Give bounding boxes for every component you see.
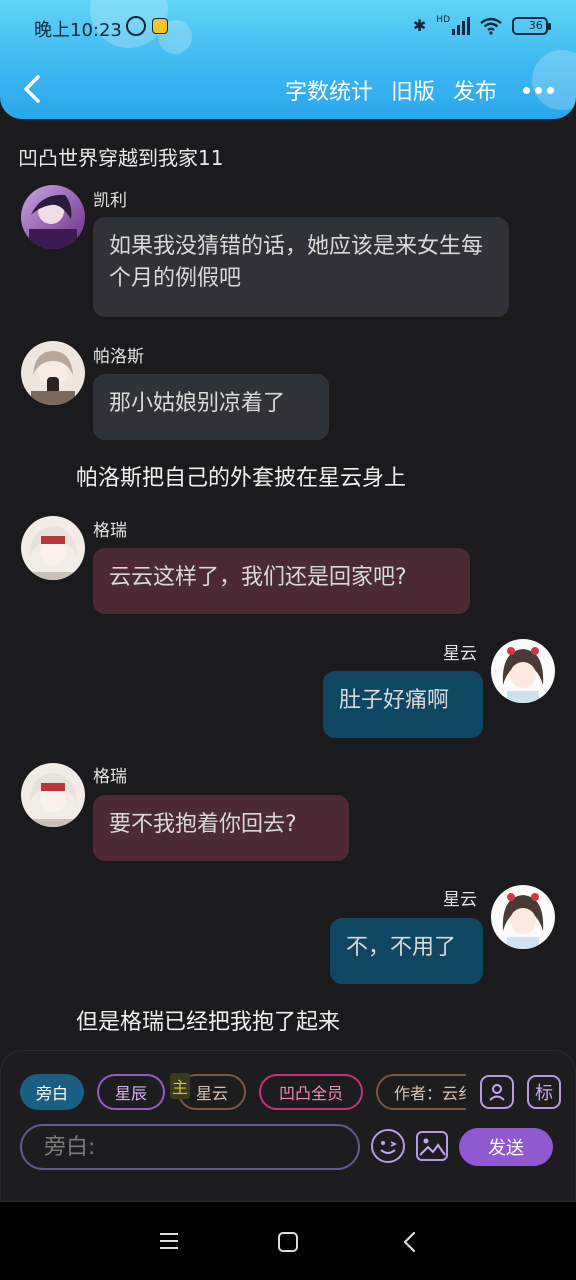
chapter-title: 凹凸世界穿越到我家11 (18, 146, 224, 170)
top-bar: 晚上10:23 ✱ HD 36 字数统计 旧版 发布 (0, 0, 576, 119)
message-bubble: 云云这样了，我们还是回家吧? (93, 548, 470, 614)
status-time: 晚上10:23 (34, 20, 122, 41)
sender-name: 格瑞 (93, 767, 127, 787)
status-left-icons (126, 16, 168, 36)
message-input[interactable] (20, 1124, 360, 1170)
old-version-button[interactable]: 旧版 (391, 74, 435, 106)
message-bubble: 肚子好痛啊 (323, 671, 483, 738)
message-bubble: 如果我没猜错的话，她应该是来女生每个月的例假吧 (93, 217, 509, 317)
header-actions: 字数统计 旧版 发布 (285, 74, 554, 106)
character-manage-icon[interactable] (480, 1075, 514, 1109)
home-icon[interactable] (278, 1232, 298, 1252)
narration-text: 但是格瑞已经把我抱了起来 (76, 1010, 341, 1035)
back-button[interactable] (18, 72, 48, 106)
avatar-xingyun[interactable] (491, 885, 555, 949)
bluetooth-icon: ✱ (412, 16, 427, 35)
avatar-kaili[interactable] (21, 185, 85, 249)
wifi-icon (480, 17, 502, 35)
avatar-gerui[interactable] (21, 763, 85, 827)
publish-button[interactable]: 发布 (453, 74, 497, 106)
sender-name: 星云 (443, 890, 477, 910)
image-icon[interactable] (416, 1131, 448, 1161)
message-bubble: 不，不用了 (330, 918, 483, 984)
status-right-icons: ✱ HD 36 (412, 14, 551, 35)
sender-name: 凯利 (93, 191, 127, 211)
role-chip-all-members[interactable]: 凹凸全员 (259, 1074, 363, 1110)
emoji-icon[interactable] (371, 1129, 405, 1163)
signal-icon (452, 16, 470, 35)
alarm-icon (126, 16, 146, 36)
narration-text: 帕洛斯把自己的外套披在星云身上 (76, 466, 407, 491)
menu-icon[interactable] (160, 1233, 178, 1254)
network-label: HD (436, 14, 450, 25)
mark-button[interactable]: 标 (527, 1075, 561, 1109)
avatar-palos[interactable] (21, 341, 85, 405)
message-bubble: 要不我抱着你回去? (93, 795, 349, 861)
battery-icon: 36 (512, 16, 551, 35)
role-chip-author[interactable]: 作者：云纟 (376, 1074, 466, 1110)
avatar-gerui[interactable] (21, 516, 85, 580)
role-chip-xingchen[interactable]: 星辰 (97, 1074, 165, 1110)
sender-name: 格瑞 (93, 521, 127, 541)
sender-name: 星云 (443, 644, 477, 664)
role-selector: 旁白 星辰 星云 凹凸全员 作者：云纟 (20, 1074, 466, 1110)
avatar-xingyun[interactable] (491, 639, 555, 703)
message-bubble: 那小姑娘别凉着了 (93, 374, 329, 440)
role-chip-narration[interactable]: 旁白 (20, 1074, 84, 1110)
send-button[interactable]: 发送 (459, 1128, 553, 1166)
word-count-button[interactable]: 字数统计 (285, 74, 373, 106)
host-badge: 主 (170, 1073, 190, 1099)
app-notification-icon (152, 18, 168, 34)
battery-level-text: 36 (528, 19, 543, 32)
sender-name: 帕洛斯 (93, 347, 144, 367)
more-options-icon[interactable] (523, 86, 554, 94)
system-back-icon[interactable] (402, 1231, 418, 1253)
system-navigation-bar (0, 1202, 576, 1280)
